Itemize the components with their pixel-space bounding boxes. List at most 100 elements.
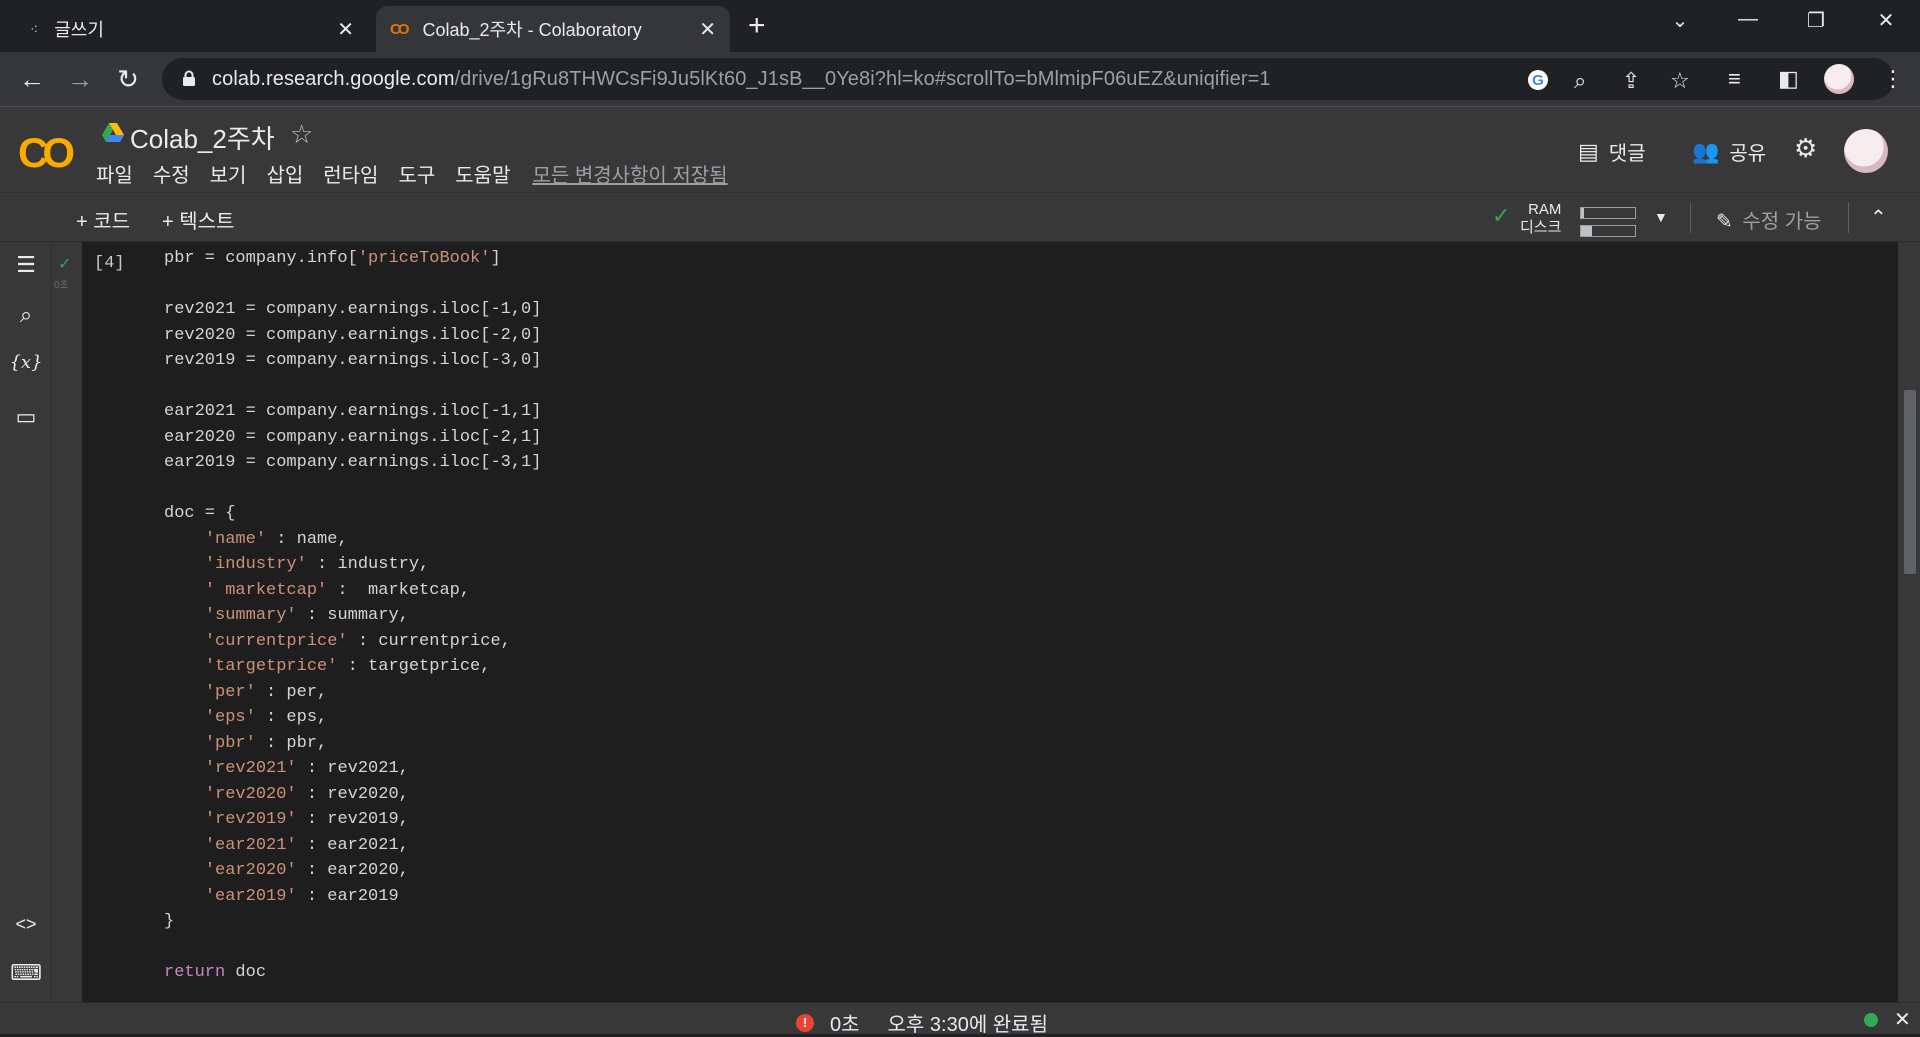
code-token: : ear2019 — [296, 886, 399, 906]
restore-icon[interactable]: ❐ — [1796, 8, 1836, 33]
command-palette-icon[interactable]: ⌨ — [0, 960, 52, 986]
new-tab-button[interactable]: + — [748, 11, 766, 41]
address-bar[interactable]: colab.research.google.com/drive/1gRu8THW… — [162, 58, 1894, 100]
files-folder-icon[interactable]: ▭ — [0, 404, 52, 430]
code-token: return — [164, 963, 226, 982]
code-token: : ear2021, — [296, 835, 409, 855]
code-token: 'ear2021' — [204, 835, 297, 855]
left-sidebar: ☰ ⌕ {x} ▭ <> ⌨ — [0, 242, 52, 1002]
settings-gear-icon[interactable]: ⚙ — [1794, 133, 1817, 164]
add-text-button[interactable]: + 텍스트 — [162, 205, 234, 234]
colab-logo[interactable]: CO — [18, 129, 75, 177]
code-line: 'ear2021' : ear2021, — [164, 833, 541, 859]
search-icon[interactable]: ⌕ — [0, 302, 52, 328]
code-line: 'rev2021' : rev2021, — [164, 756, 541, 782]
code-line: ear2019 = company.earnings.iloc[-3,1] — [164, 450, 541, 476]
code-line: } — [164, 909, 541, 935]
star-notebook-icon[interactable]: ☆ — [290, 119, 313, 150]
code-snippets-icon[interactable]: <> — [0, 914, 52, 935]
code-token: } — [164, 912, 175, 931]
code-line: rev2021 = company.earnings.iloc[-1,0] — [164, 297, 541, 323]
edit-mode-label: 수정 가능 — [1742, 211, 1822, 233]
scrollbar[interactable] — [1898, 242, 1920, 1002]
code-token: : per, — [255, 682, 328, 702]
status-bar: ! 0초 오후 3:30에 완료됨 ✕ — [0, 1002, 1920, 1037]
chrome-menu-icon[interactable]: ⋮ — [1882, 66, 1904, 92]
code-token: 'per' — [204, 682, 256, 702]
menu-insert[interactable]: 삽입 — [266, 159, 303, 188]
code-token: 'targetprice' — [204, 657, 338, 676]
back-icon[interactable]: ← — [16, 64, 48, 94]
toolbar-divider — [1848, 203, 1849, 233]
scrollbar-thumb[interactable] — [1904, 390, 1916, 574]
code-line: pbr = company.info['priceToBook'] — [164, 246, 541, 272]
completion-time: 오후 3:30에 완료됨 — [887, 1014, 1048, 1036]
code-line: 'summary' : summary, — [164, 603, 541, 629]
menu-tools[interactable]: 도구 — [398, 159, 435, 188]
code-token: ear2020 = company.earnings.iloc[-2,1] — [164, 427, 542, 447]
profile-avatar[interactable] — [1824, 64, 1854, 94]
comment-button[interactable]: ▤ 댓글 — [1578, 137, 1646, 166]
share-page-icon[interactable]: ⇪ — [1622, 68, 1640, 94]
side-panel-icon[interactable]: ◧ — [1778, 66, 1799, 92]
close-tab-icon[interactable]: ✕ — [337, 17, 354, 42]
close-tab-icon[interactable]: ✕ — [699, 17, 716, 42]
browser-tab-writing[interactable]: ⁖ 글쓰기 ✕ — [0, 6, 368, 52]
run-success-icon[interactable]: ✓ — [58, 254, 71, 274]
code-line: 'pbr' : pbr, — [164, 731, 541, 757]
reload-icon[interactable]: ↻ — [112, 64, 144, 94]
collapse-header-icon[interactable]: ⌃ — [1870, 205, 1887, 230]
code-token: : rev2019, — [296, 810, 409, 829]
table-of-contents-icon[interactable]: ☰ — [0, 252, 52, 278]
add-code-button[interactable]: + 코드 — [76, 205, 130, 234]
media-control-icon[interactable]: ≡ — [1728, 66, 1741, 92]
code-token: 'rev2021' — [204, 759, 297, 778]
share-button[interactable]: 👥 공유 — [1692, 137, 1766, 166]
code-token: 'rev2019' — [204, 810, 297, 829]
menu-file[interactable]: 파일 — [96, 159, 133, 188]
code-token: 'name' — [204, 529, 267, 549]
google-lens-icon[interactable]: G — [1526, 68, 1550, 98]
colab-header: CO Colab_2주차 ☆ 파일 수정 보기 삽입 런타임 도구 도움말 모든… — [0, 106, 1920, 192]
runtime-dropdown-icon[interactable]: ▼ — [1654, 209, 1668, 225]
notebook-title[interactable]: Colab_2주차 — [130, 119, 275, 156]
tab-search-icon[interactable]: ⌄ — [1660, 8, 1700, 33]
connection-status-dot — [1864, 1013, 1878, 1027]
code-token: 'summary' — [204, 606, 297, 625]
variables-icon[interactable]: {x} — [0, 352, 52, 373]
bookmark-star-icon[interactable]: ☆ — [1670, 68, 1690, 94]
execution-status[interactable]: ! 0초 오후 3:30에 완료됨 — [796, 1008, 1048, 1037]
code-editor[interactable]: pbr = company.info['priceToBook'] rev2021… — [164, 246, 541, 986]
browser-tab-colab[interactable]: CO Colab_2주차 - Colaboratory ✕ — [376, 6, 730, 52]
zoom-icon[interactable]: ⌕ — [1574, 68, 1586, 94]
window-close-icon[interactable]: ✕ — [1866, 8, 1906, 33]
resource-monitor[interactable]: RAM 디스크 — [1490, 199, 1640, 237]
close-status-icon[interactable]: ✕ — [1894, 1007, 1911, 1032]
notebook-area: ✓ 0초 [4] pbr = company.info['priceToBook… — [52, 242, 1920, 1002]
code-token: : rev2020, — [296, 784, 409, 804]
minimize-icon[interactable]: — — [1728, 8, 1768, 31]
people-icon: 👥 — [1692, 138, 1720, 164]
menu-help[interactable]: 도움말 — [455, 159, 510, 188]
menu-view[interactable]: 보기 — [210, 159, 247, 188]
account-avatar[interactable] — [1844, 129, 1888, 173]
save-status-link[interactable]: 모든 변경사항이 저장됨 — [532, 159, 727, 188]
code-token: : marketcap, — [327, 580, 471, 600]
edit-mode-button[interactable]: ✎ 수정 가능 — [1716, 205, 1822, 234]
code-token: ear2019 = company.earnings.iloc[-3,1] — [164, 453, 542, 472]
code-cell[interactable]: [4] pbr = company.info['priceToBook'] rev… — [82, 242, 1898, 1002]
menu-runtime[interactable]: 런타임 — [323, 159, 378, 188]
menu-edit[interactable]: 수정 — [153, 159, 190, 188]
forward-icon[interactable]: → — [64, 64, 96, 94]
